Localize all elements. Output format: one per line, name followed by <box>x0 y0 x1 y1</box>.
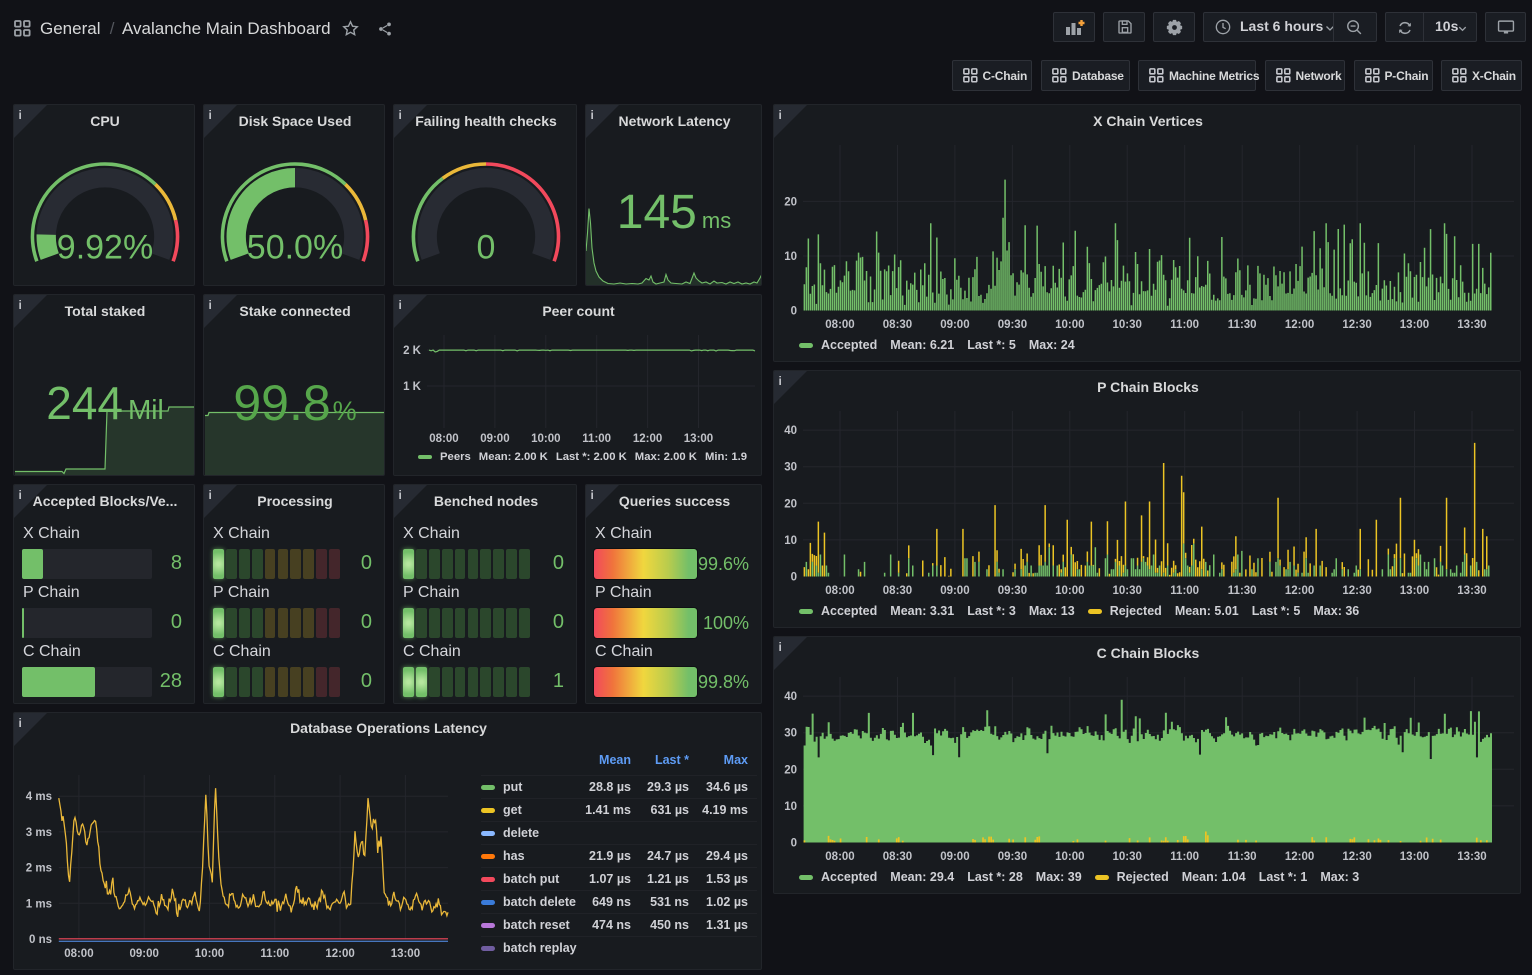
svg-text:20: 20 <box>784 498 797 510</box>
svg-text:2 ms: 2 ms <box>26 863 52 875</box>
svg-text:244Mil: 244Mil <box>46 377 164 429</box>
svg-text:10: 10 <box>784 251 797 263</box>
svg-text:11:30: 11:30 <box>1228 319 1257 331</box>
svg-text:10:30: 10:30 <box>1112 585 1141 597</box>
svg-text:4 ms: 4 ms <box>26 791 52 803</box>
svg-text:09:30: 09:30 <box>998 585 1027 597</box>
svg-text:50.0%: 50.0% <box>247 229 343 267</box>
svg-text:08:00: 08:00 <box>825 585 854 597</box>
svg-text:0: 0 <box>791 572 797 584</box>
svg-text:10:00: 10:00 <box>531 433 560 445</box>
svg-text:08:00: 08:00 <box>825 319 854 331</box>
svg-text:30: 30 <box>784 462 797 474</box>
svg-text:20: 20 <box>784 764 797 776</box>
svg-text:0: 0 <box>791 838 797 850</box>
svg-text:10:00: 10:00 <box>1055 319 1084 331</box>
svg-text:12:00: 12:00 <box>1285 319 1314 331</box>
svg-text:12:30: 12:30 <box>1342 319 1371 331</box>
svg-text:09:30: 09:30 <box>998 319 1027 331</box>
svg-text:11:00: 11:00 <box>260 948 289 960</box>
svg-text:1 ms: 1 ms <box>26 898 52 910</box>
svg-text:08:30: 08:30 <box>883 319 912 331</box>
svg-text:09:00: 09:00 <box>940 585 969 597</box>
svg-text:13:00: 13:00 <box>1400 319 1429 331</box>
svg-text:08:00: 08:00 <box>825 851 854 863</box>
svg-text:11:00: 11:00 <box>1170 319 1199 331</box>
svg-text:12:00: 12:00 <box>1285 851 1314 863</box>
svg-text:08:30: 08:30 <box>883 585 912 597</box>
svg-text:13:00: 13:00 <box>1400 851 1429 863</box>
svg-text:08:30: 08:30 <box>883 851 912 863</box>
svg-text:2 K: 2 K <box>403 345 422 357</box>
svg-text:08:00: 08:00 <box>64 948 93 960</box>
svg-text:0 ns: 0 ns <box>29 934 52 946</box>
svg-text:11:30: 11:30 <box>1228 585 1257 597</box>
svg-text:9.92%: 9.92% <box>57 229 153 267</box>
svg-text:12:00: 12:00 <box>325 948 354 960</box>
svg-text:40: 40 <box>784 691 797 703</box>
svg-text:13:00: 13:00 <box>1400 585 1429 597</box>
svg-text:99.8%: 99.8% <box>233 375 356 431</box>
svg-text:0: 0 <box>477 229 496 267</box>
svg-text:09:30: 09:30 <box>998 851 1027 863</box>
svg-text:13:30: 13:30 <box>1457 585 1486 597</box>
svg-text:13:00: 13:00 <box>391 948 420 960</box>
svg-text:10:00: 10:00 <box>195 948 224 960</box>
svg-text:12:00: 12:00 <box>1285 585 1314 597</box>
svg-text:12:30: 12:30 <box>1342 585 1371 597</box>
svg-text:13:30: 13:30 <box>1457 319 1486 331</box>
svg-text:40: 40 <box>784 425 797 437</box>
svg-text:09:00: 09:00 <box>940 851 969 863</box>
svg-text:13:30: 13:30 <box>1457 851 1486 863</box>
svg-text:11:00: 11:00 <box>1170 585 1199 597</box>
svg-text:20: 20 <box>784 196 797 208</box>
svg-text:10: 10 <box>784 535 797 547</box>
svg-text:08:00: 08:00 <box>429 433 458 445</box>
svg-text:10:30: 10:30 <box>1112 851 1141 863</box>
svg-text:10:30: 10:30 <box>1112 319 1141 331</box>
svg-text:09:00: 09:00 <box>940 319 969 331</box>
svg-text:09:00: 09:00 <box>480 433 509 445</box>
svg-text:0: 0 <box>791 306 797 318</box>
svg-text:12:30: 12:30 <box>1342 851 1371 863</box>
svg-text:13:00: 13:00 <box>684 433 713 445</box>
svg-text:12:00: 12:00 <box>633 433 662 445</box>
svg-text:11:30: 11:30 <box>1228 851 1257 863</box>
svg-text:11:00: 11:00 <box>582 433 611 445</box>
svg-text:11:00: 11:00 <box>1170 851 1199 863</box>
svg-text:10:00: 10:00 <box>1055 851 1084 863</box>
svg-text:1 K: 1 K <box>403 381 422 393</box>
svg-text:10: 10 <box>784 801 797 813</box>
svg-text:09:00: 09:00 <box>129 948 158 960</box>
svg-text:3 ms: 3 ms <box>26 827 52 839</box>
svg-text:30: 30 <box>784 728 797 740</box>
svg-text:10:00: 10:00 <box>1055 585 1084 597</box>
svg-text:145ms: 145ms <box>617 186 731 239</box>
